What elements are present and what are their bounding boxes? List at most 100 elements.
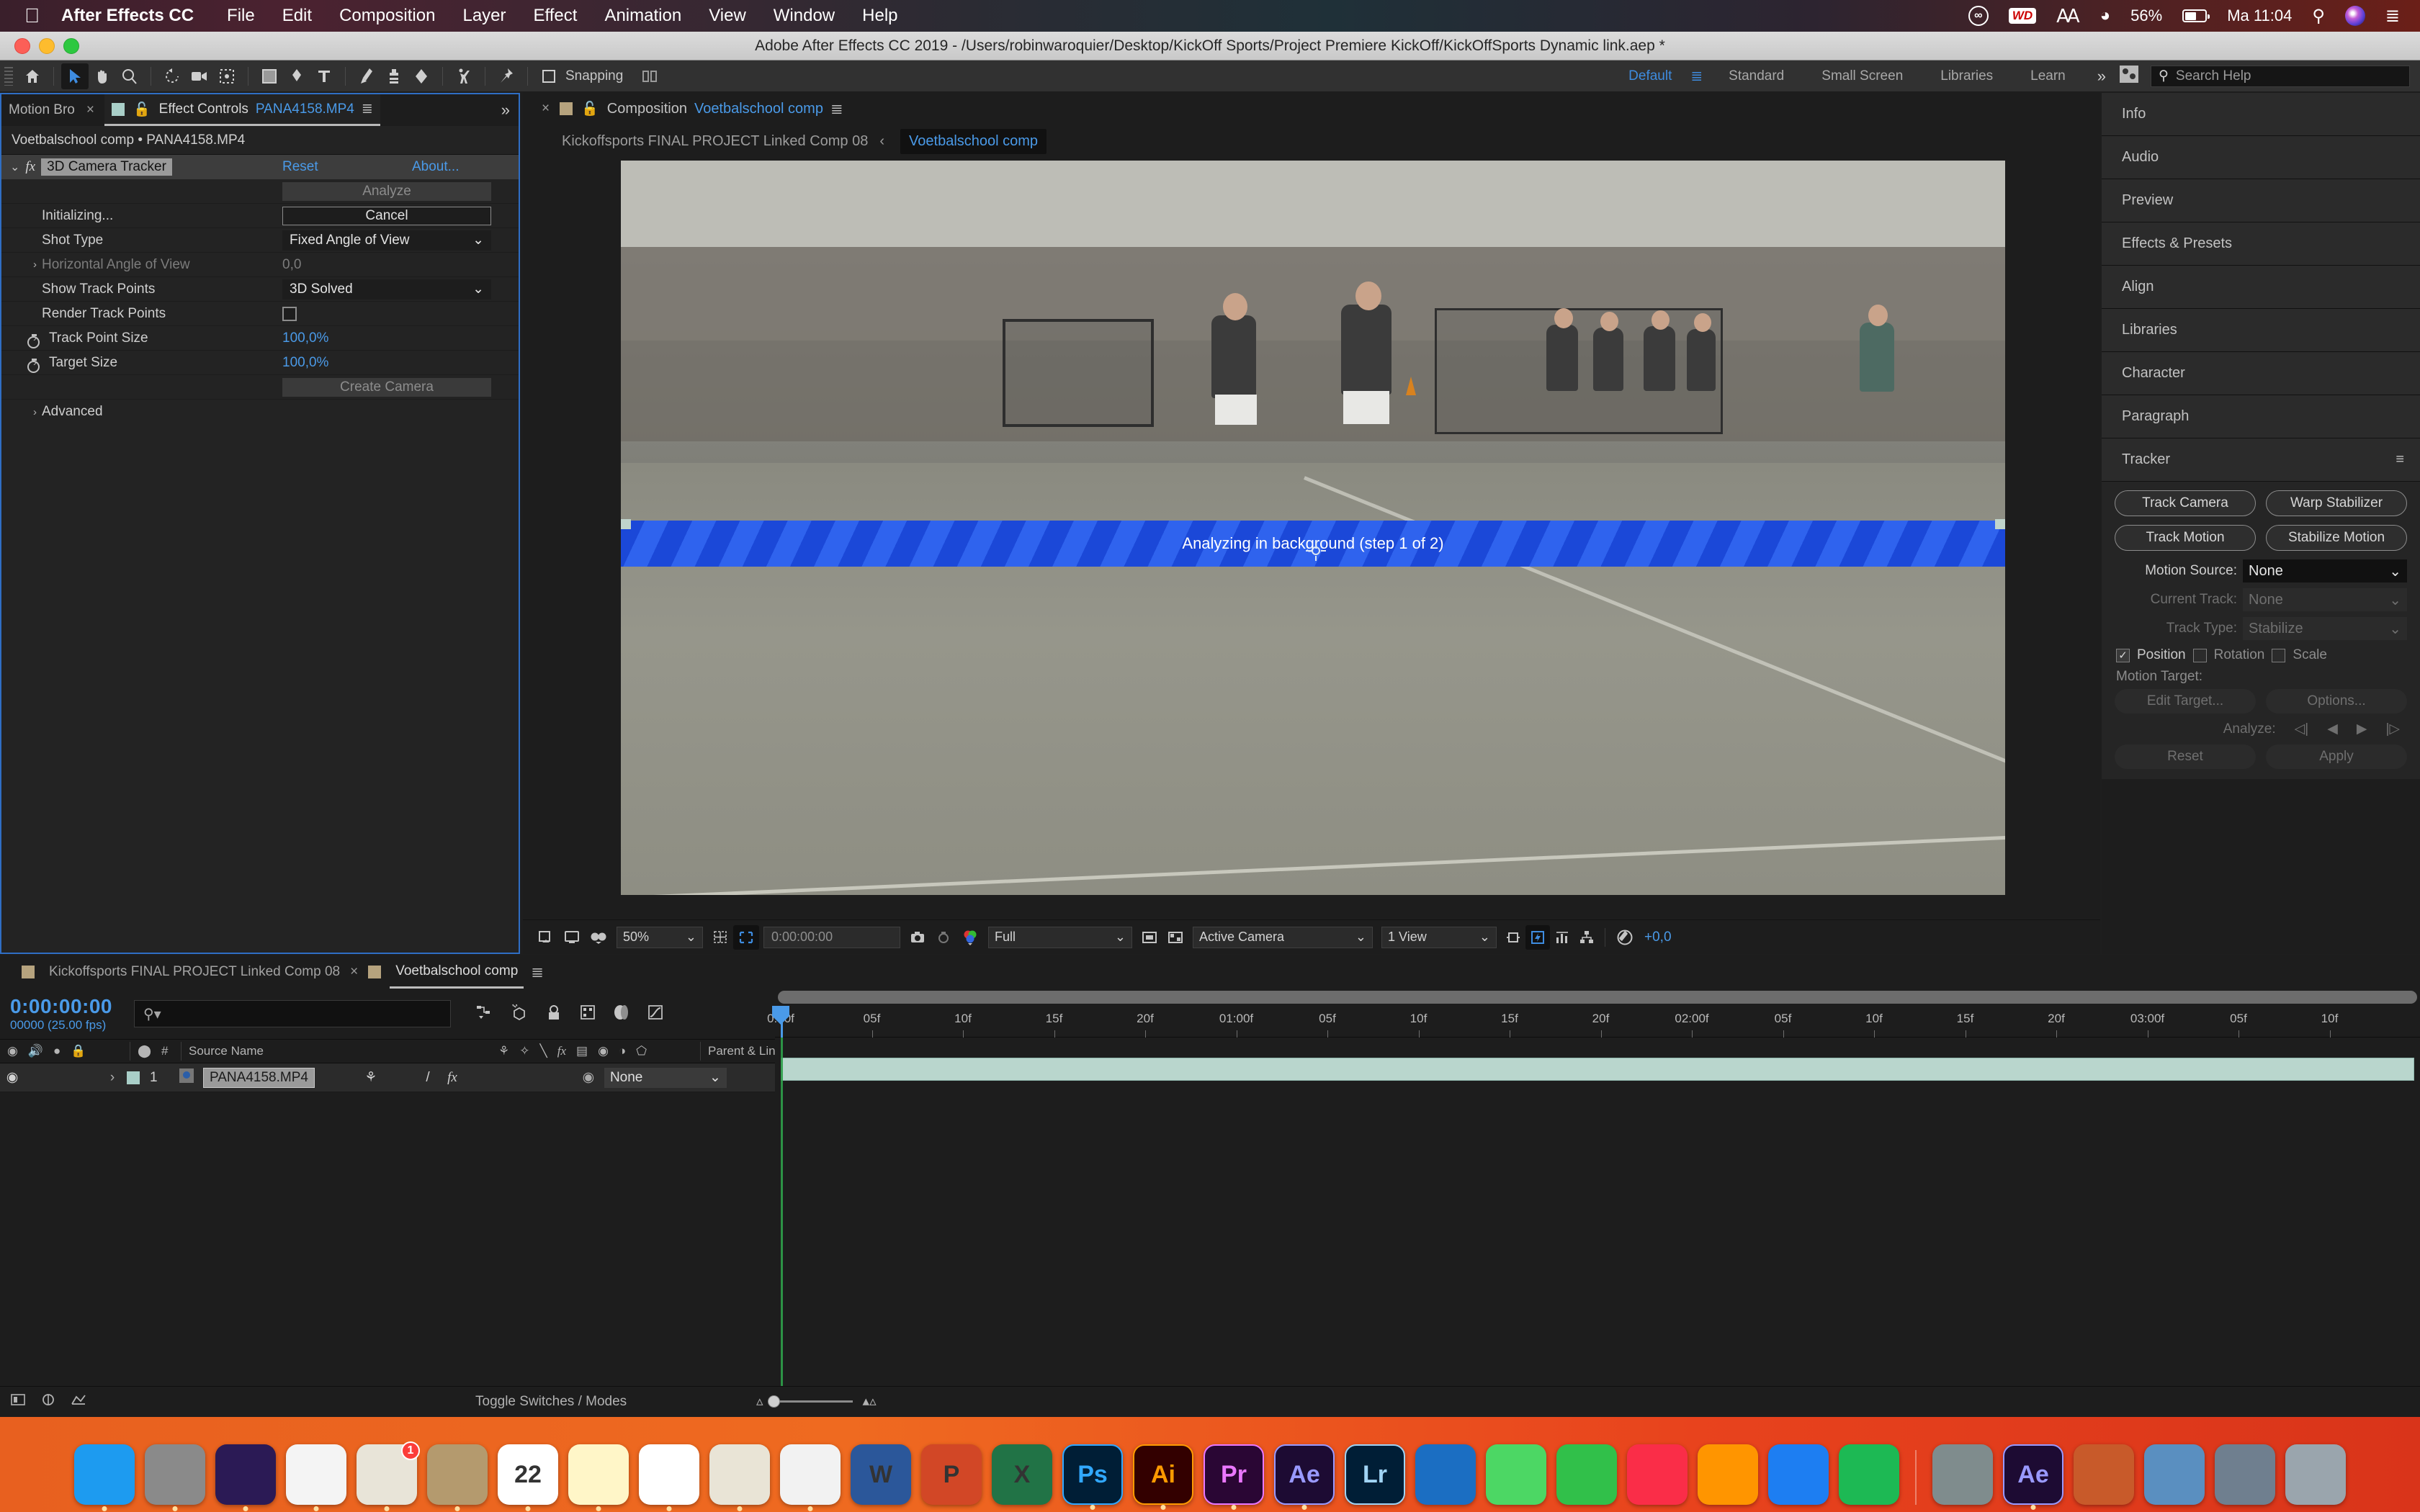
fast-previews-icon[interactable] (1525, 925, 1550, 950)
timeline-tab-linked-comp[interactable]: Kickoffsports FINAL PROJECT Linked Comp … (43, 955, 346, 989)
transparency-grid-icon[interactable] (1162, 925, 1188, 950)
dock-item-reminders[interactable] (639, 1444, 699, 1505)
shot-type-select[interactable]: Fixed Angle of View ⌄ (282, 230, 491, 251)
zoom-in-icon[interactable]: ▴▵ (863, 1393, 877, 1410)
target-size-value[interactable]: 100,0% (282, 355, 328, 371)
tab-effect-controls[interactable]: 🔓 Effect Controls PANA4158.MP4 ≣ (104, 94, 380, 126)
breadcrumb-current[interactable]: Voetbalschool comp (900, 129, 1047, 154)
dock-item-mail[interactable]: 1 (357, 1444, 417, 1505)
menu-layer[interactable]: Layer (462, 6, 506, 26)
graph-editor-icon[interactable] (579, 1004, 596, 1025)
effect-about-button[interactable]: About... (412, 159, 460, 175)
motion-blur-icon[interactable]: ◉ (598, 1044, 609, 1058)
layer-source-name[interactable]: PANA4158.MP4 (203, 1068, 315, 1088)
panel-menu-icon[interactable]: ≡ (2396, 451, 2404, 468)
grid-guides-icon[interactable] (707, 925, 733, 950)
snapshot-icon[interactable] (905, 925, 931, 950)
sidebar-item-paragraph[interactable]: Paragraph (2102, 395, 2420, 438)
camera-icon[interactable] (186, 63, 213, 89)
creative-cloud-icon[interactable]: ∞ (1968, 6, 1989, 26)
sidebar-item-preview[interactable]: Preview (2102, 179, 2420, 222)
motion-blur-icon[interactable] (544, 1004, 563, 1025)
enable-frame-blending-icon[interactable] (510, 1004, 529, 1025)
quality-icon[interactable]: ╲ (540, 1044, 547, 1058)
dock-item-messages[interactable] (1486, 1444, 1546, 1505)
zoom-out-icon[interactable]: ▵ (756, 1393, 763, 1410)
apple-menu-icon[interactable]:  (24, 6, 40, 26)
close-tab-icon[interactable]: × (86, 102, 94, 118)
source-name-header[interactable]: Source Name (189, 1044, 264, 1058)
layer-handle-left[interactable] (621, 519, 631, 529)
workspace-libraries[interactable]: Libraries (1940, 68, 1993, 84)
layer-duration-bar[interactable] (781, 1058, 2414, 1081)
3d-layer-icon[interactable]: ⬠ (636, 1044, 647, 1058)
position-checkbox[interactable]: ✓ (2116, 649, 2130, 662)
sidebar-item-libraries[interactable]: Libraries (2102, 309, 2420, 352)
dock-item-finder[interactable] (74, 1444, 135, 1505)
dock-item-premiere-pro[interactable]: Pr (1204, 1444, 1264, 1505)
rotation-checkbox[interactable] (2193, 649, 2207, 662)
workspace-settings-icon[interactable] (2119, 65, 2139, 87)
roto-brush-icon[interactable] (450, 63, 478, 89)
search-help-input[interactable]: ⚲ Search Help (2151, 66, 2410, 87)
layer-parent-select[interactable]: None ⌄ (604, 1068, 727, 1088)
pan-behind-icon[interactable] (213, 63, 241, 89)
show-track-points-select[interactable]: 3D Solved ⌄ (282, 279, 491, 300)
workspace-learn[interactable]: Learn (2030, 68, 2066, 84)
always-preview-icon[interactable] (533, 925, 559, 950)
warp-stabilizer-button[interactable]: Warp Stabilizer (2266, 490, 2407, 516)
graph-editor-footer-icon[interactable] (71, 1392, 86, 1411)
dock-item-after-effects[interactable]: Ae (2003, 1444, 2063, 1505)
timeline-ruler[interactable]: 0:00f05f10f15f20f01:00f05f10f15f20f02:00… (775, 1006, 2420, 1038)
battery-icon[interactable] (2182, 9, 2207, 22)
dock-item-books[interactable] (1698, 1444, 1758, 1505)
dock-item-siri[interactable] (215, 1444, 276, 1505)
panel-menu-icon[interactable]: ≣ (830, 100, 843, 118)
dock-item-facetime[interactable] (1556, 1444, 1617, 1505)
composition-video-frame[interactable]: Analyzing in background (step 1 of 2) (621, 161, 2005, 895)
toggle-switches-modes-button[interactable]: Toggle Switches / Modes (475, 1394, 627, 1410)
main-monitor-icon[interactable] (559, 925, 585, 950)
cancel-button[interactable]: Cancel (282, 207, 491, 225)
type-icon[interactable] (310, 63, 338, 89)
anchor-point-icon[interactable] (1306, 541, 1326, 561)
dock-item-safari[interactable] (1415, 1444, 1476, 1505)
frame-blending-footer-icon[interactable] (10, 1392, 26, 1411)
selection-arrow-icon[interactable] (61, 63, 89, 89)
eraser-icon[interactable] (408, 63, 435, 89)
close-tab-icon[interactable]: × (350, 964, 358, 980)
sidebar-item-effects-presets[interactable]: Effects & Presets (2102, 222, 2420, 266)
menu-edit[interactable]: Edit (282, 6, 312, 26)
dock-item-trash[interactable] (2285, 1444, 2346, 1505)
dock-item-spotify[interactable] (1839, 1444, 1899, 1505)
dock-item-app-store[interactable] (1768, 1444, 1829, 1505)
stabilize-motion-button[interactable]: Stabilize Motion (2266, 525, 2407, 551)
search-icon[interactable]: ⚲ (2312, 6, 2325, 27)
brush-icon[interactable] (353, 63, 380, 89)
comp-flowchart-icon[interactable] (1574, 925, 1599, 950)
views-select[interactable]: 1 View ⌄ (1381, 927, 1497, 948)
dock-item-music[interactable] (1627, 1444, 1688, 1505)
dock-item-photoshop[interactable]: Ps (1062, 1444, 1123, 1505)
menu-app-name[interactable]: After Effects CC (61, 6, 194, 26)
layer-handle-right[interactable] (1995, 519, 2005, 529)
menu-file[interactable]: File (227, 6, 255, 26)
zoom-slider-knob[interactable] (768, 1395, 780, 1408)
menu-help[interactable]: Help (862, 6, 897, 26)
audio-icon[interactable]: 🔊 (28, 1044, 43, 1058)
menu-window[interactable]: Window (774, 6, 835, 26)
lock-icon[interactable]: 🔓 (581, 100, 599, 117)
show-snapshot-icon[interactable] (931, 925, 956, 950)
timeline-search-input[interactable]: ⚲▾ (134, 1000, 451, 1027)
workspace-standard[interactable]: Standard (1729, 68, 1784, 84)
stopwatch-icon[interactable] (27, 361, 40, 373)
dock-item-photos[interactable] (780, 1444, 841, 1505)
exposure-value[interactable]: +0,0 (1644, 930, 1672, 945)
dock-item-screenshot[interactable] (2215, 1444, 2275, 1505)
resolution-select[interactable]: Full ⌄ (988, 927, 1132, 948)
layer-effects-toggle[interactable]: fx (440, 1070, 465, 1086)
track-camera-button[interactable]: Track Camera (2115, 490, 2256, 516)
shy-layers-icon[interactable] (475, 1004, 494, 1025)
dock-item-maps[interactable] (709, 1444, 770, 1505)
wd-drive-icon[interactable]: WD (2009, 8, 2036, 24)
